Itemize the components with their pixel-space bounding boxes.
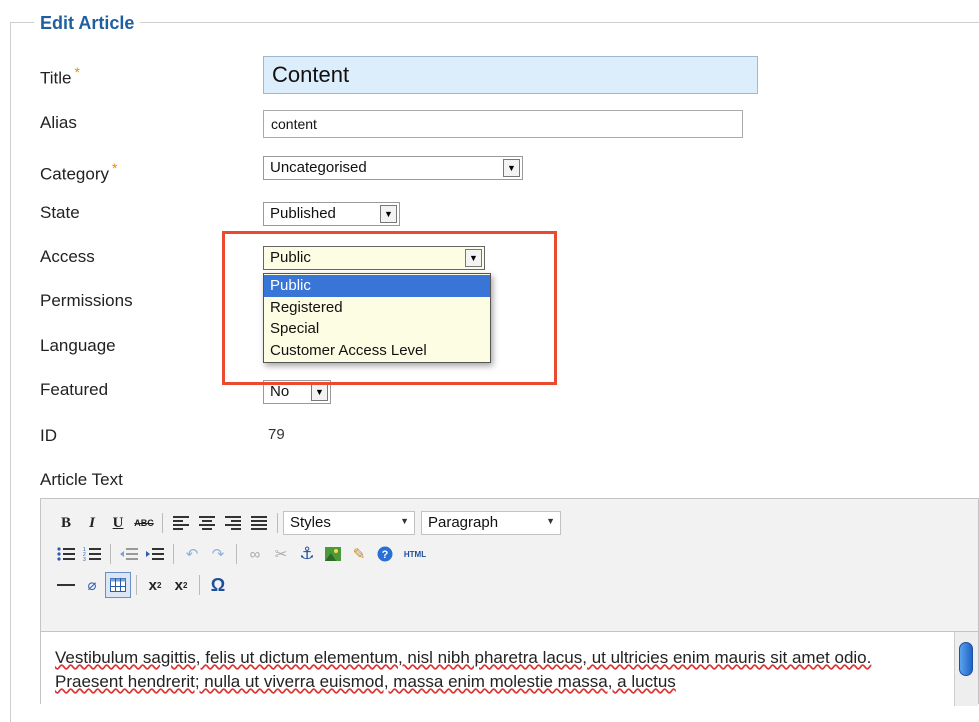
html-source-button[interactable]: HTML	[398, 541, 432, 567]
state-select[interactable]: Published ▼	[263, 202, 400, 226]
editor-content-area[interactable]: Vestibulum sagittis, felis ut dictum ele…	[41, 631, 978, 706]
styles-label: Styles	[290, 514, 331, 531]
chevron-down-icon[interactable]: ▼	[380, 205, 397, 223]
editor-toolbar-row-3: ⌀ x2 x2 Ω	[53, 571, 231, 599]
chevron-down-icon: ▼	[546, 516, 555, 526]
id-label: ID	[40, 426, 57, 445]
redo-icon[interactable]: ↷	[205, 541, 231, 567]
featured-value: No	[270, 383, 290, 400]
scroll-thumb[interactable]	[959, 642, 973, 676]
indent-icon[interactable]	[142, 541, 168, 567]
featured-label: Featured	[40, 380, 109, 399]
link-icon[interactable]: ∞	[242, 541, 268, 567]
permissions-label: Permissions	[40, 291, 133, 310]
table-icon[interactable]	[105, 572, 131, 598]
image-icon[interactable]	[320, 541, 346, 567]
styles-select[interactable]: Styles ▼	[283, 511, 415, 535]
numbered-list-icon[interactable]: 123	[79, 541, 105, 567]
article-text-label: Article Text	[40, 470, 123, 489]
bullet-list-icon[interactable]	[53, 541, 79, 567]
toolbar-separator	[199, 575, 200, 595]
toolbar-separator	[236, 544, 237, 564]
eraser-icon[interactable]: ⌀	[79, 572, 105, 598]
align-justify-icon[interactable]	[246, 510, 272, 536]
language-label: Language	[40, 336, 116, 355]
subscript-icon[interactable]: x2	[142, 572, 168, 598]
anchor-icon[interactable]: ⚓	[294, 541, 320, 567]
unlink-icon[interactable]: ✂	[268, 541, 294, 567]
cleanup-icon[interactable]: ✎	[346, 541, 372, 567]
toolbar-separator	[136, 575, 137, 595]
underline-icon[interactable]: U	[105, 510, 131, 536]
format-select[interactable]: Paragraph ▼	[421, 511, 561, 535]
article-editor: B I U ABC Styles ▼ Paragraph ▼ 1 2 3 ↶ ↷…	[40, 498, 979, 706]
toolbar-separator	[162, 513, 163, 533]
state-value: Published	[270, 205, 336, 222]
outdent-icon[interactable]	[116, 541, 142, 567]
align-right-icon[interactable]	[220, 510, 246, 536]
align-center-icon[interactable]	[194, 510, 220, 536]
chevron-down-icon[interactable]: ▼	[503, 159, 520, 177]
category-value: Uncategorised	[270, 159, 367, 176]
bold-icon[interactable]: B	[53, 510, 79, 536]
article-paragraph: Vestibulum sagittis, felis ut dictum ele…	[55, 648, 872, 691]
italic-icon[interactable]: I	[79, 510, 105, 536]
chevron-down-icon: ▼	[400, 516, 409, 526]
id-value: 79	[268, 426, 285, 443]
help-icon[interactable]: ?	[372, 541, 398, 567]
required-marker: *	[74, 64, 80, 80]
toolbar-separator	[110, 544, 111, 564]
access-label: Access	[40, 247, 95, 266]
title-input[interactable]: Content	[263, 56, 758, 94]
toolbar-separator	[173, 544, 174, 564]
required-marker: *	[111, 160, 118, 176]
alias-label: Alias	[40, 113, 77, 132]
undo-icon[interactable]: ↶	[179, 541, 205, 567]
format-label: Paragraph	[428, 514, 499, 531]
svg-text:?: ?	[382, 549, 389, 561]
category-label: Category *	[40, 160, 118, 184]
editor-scrollbar[interactable]	[954, 632, 978, 706]
highlight-box	[222, 231, 557, 385]
alias-input[interactable]: content	[263, 110, 743, 138]
strikethrough-icon[interactable]: ABC	[131, 510, 157, 536]
horizontal-rule-icon[interactable]	[53, 572, 79, 598]
title-label: Title *	[40, 64, 80, 88]
toolbar-separator	[277, 513, 278, 533]
editor-toolbar-row-2: 123 ↶ ↷ ∞ ✂ ⚓ ✎ ? HTML	[53, 540, 432, 568]
chevron-down-icon[interactable]: ▼	[311, 383, 328, 401]
align-left-icon[interactable]	[168, 510, 194, 536]
superscript-icon[interactable]: x2	[168, 572, 194, 598]
category-select[interactable]: Uncategorised ▼	[263, 156, 523, 180]
svg-text:3: 3	[83, 557, 86, 561]
editor-toolbar-row-1: B I U ABC Styles ▼ Paragraph ▼	[53, 509, 567, 537]
form-legend: Edit Article	[34, 13, 141, 34]
state-label: State	[40, 203, 80, 222]
special-character-icon[interactable]: Ω	[205, 572, 231, 598]
